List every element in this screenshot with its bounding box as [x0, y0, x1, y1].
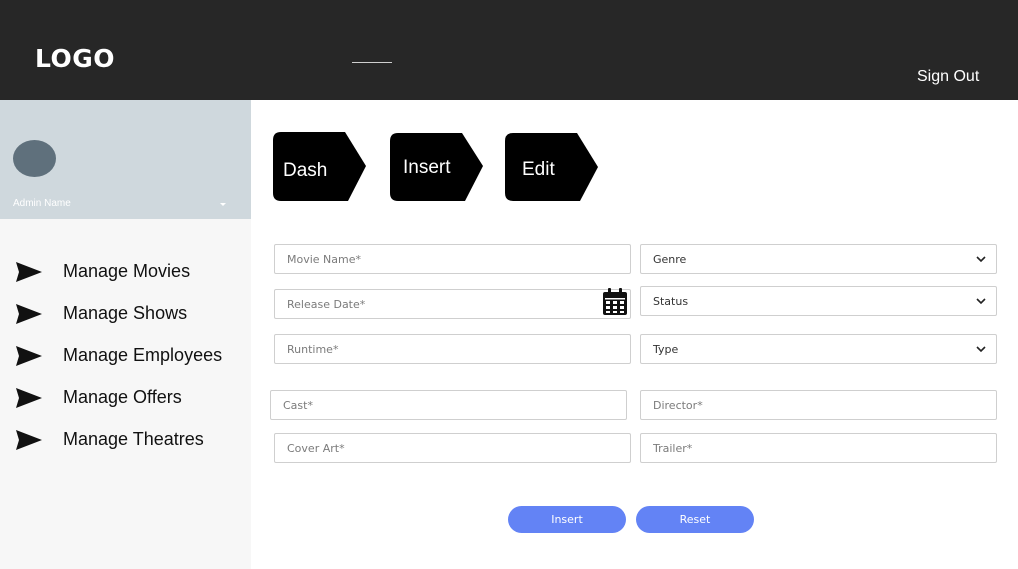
breadcrumb-insert[interactable]: Insert: [390, 132, 484, 202]
sidebar-item-manage-theatres[interactable]: Manage Theatres: [16, 426, 246, 456]
director-field[interactable]: [640, 390, 997, 420]
type-select[interactable]: Type: [640, 334, 997, 364]
cast-input[interactable]: [271, 391, 626, 419]
sidebar-item-label: Manage Movies: [63, 261, 191, 281]
sidebar-item-label: Manage Employees: [63, 345, 223, 365]
runtime-input[interactable]: [275, 335, 630, 363]
director-input[interactable]: [641, 391, 996, 419]
avatar[interactable]: [13, 140, 56, 177]
admin-profile-panel: Admin Name: [0, 100, 251, 219]
sidebar-item-manage-employees[interactable]: Manage Employees: [16, 342, 246, 372]
type-select-value: Type: [653, 343, 679, 356]
runtime-field[interactable]: [274, 334, 631, 364]
reset-button[interactable]: Reset: [636, 506, 754, 533]
release-date-input[interactable]: [275, 290, 630, 318]
breadcrumb-label: Insert: [403, 157, 451, 178]
sidebar-item-manage-shows[interactable]: Manage Shows: [16, 300, 246, 330]
genre-select[interactable]: Genre: [640, 244, 997, 274]
breadcrumb-edit[interactable]: Edit: [505, 132, 599, 202]
send-arrow-icon: [16, 430, 42, 450]
sidebar-item-label: Manage Theatres: [63, 429, 204, 449]
sidebar-item-label: Manage Offers: [63, 387, 182, 407]
send-arrow-icon: [16, 262, 42, 282]
sign-out-link[interactable]: Sign Out: [917, 68, 979, 86]
logo[interactable]: LOGO: [35, 44, 115, 73]
admin-menu-caret-icon[interactable]: [220, 203, 226, 206]
admin-name[interactable]: Admin Name: [13, 198, 71, 209]
sidebar-item-label: Manage Shows: [63, 303, 188, 323]
send-arrow-icon: [16, 304, 42, 324]
sidebar-item-manage-movies[interactable]: Manage Movies: [16, 258, 246, 288]
genre-select-value: Genre: [653, 253, 687, 266]
cast-field[interactable]: [270, 390, 627, 420]
top-header: LOGO Sign Out: [0, 0, 1018, 100]
breadcrumb-dash[interactable]: Dash: [273, 132, 367, 202]
status-select-value: Status: [653, 295, 689, 308]
insert-button[interactable]: Insert: [508, 506, 626, 533]
release-date-field[interactable]: [274, 289, 631, 319]
calendar-icon[interactable]: [602, 288, 628, 316]
status-select[interactable]: Status: [640, 286, 997, 316]
cover-art-input[interactable]: [275, 434, 630, 462]
sidebar: Admin Name Manage Movies Manage Shows Ma…: [0, 100, 251, 569]
chevron-down-icon: [976, 298, 986, 305]
trailer-field[interactable]: [640, 433, 997, 463]
header-divider: [352, 62, 392, 63]
sidebar-item-manage-offers[interactable]: Manage Offers: [16, 384, 246, 414]
breadcrumb-label: Edit: [522, 159, 555, 180]
movie-name-field[interactable]: [274, 244, 631, 274]
cover-art-field[interactable]: [274, 433, 631, 463]
trailer-input[interactable]: [641, 434, 996, 462]
send-arrow-icon: [16, 346, 42, 366]
chevron-down-icon: [976, 256, 986, 263]
movie-name-input[interactable]: [275, 245, 630, 273]
send-arrow-icon: [16, 388, 42, 408]
chevron-down-icon: [976, 346, 986, 353]
breadcrumb-label: Dash: [283, 160, 328, 181]
